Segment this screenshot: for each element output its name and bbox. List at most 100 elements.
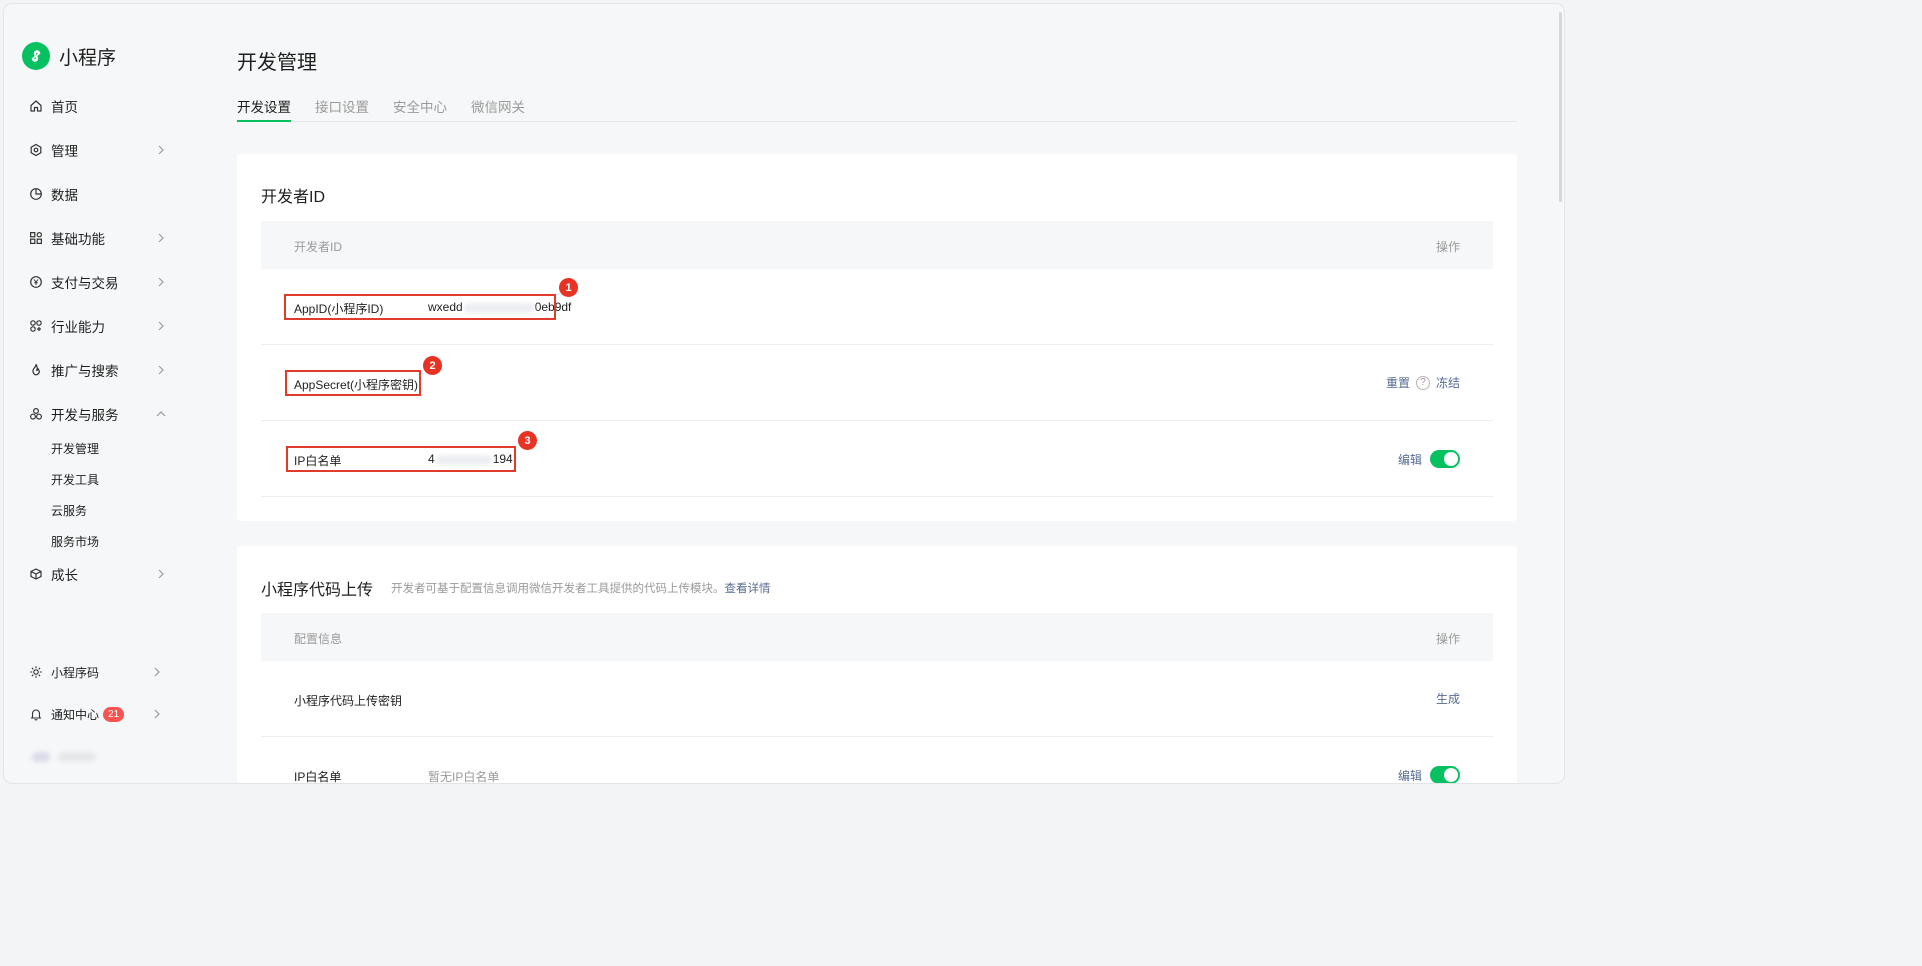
sun-code-icon xyxy=(28,664,44,680)
step-marker: 1 xyxy=(559,278,578,297)
sidebar-item-notifications[interactable]: 通知中心 21 xyxy=(28,702,168,726)
upload-ip-actions: 编辑 xyxy=(1398,766,1460,783)
chevron-right-icon xyxy=(158,277,164,287)
pie-chart-icon xyxy=(28,186,44,202)
chevron-right-icon xyxy=(158,365,164,375)
column-header: 操作 xyxy=(1435,632,1460,646)
table-row-upload-ip-whitelist: IP白名单 暂无IP白名单 编辑 xyxy=(261,737,1493,783)
sidebar-item-data[interactable]: 数据 xyxy=(28,182,168,206)
brand[interactable]: 小程序 xyxy=(22,42,116,70)
developer-id-card: 开发者ID 开发者ID 操作 AppID(小程序ID) wxedd 0eb9df … xyxy=(237,154,1517,521)
chevron-right-icon xyxy=(158,233,164,243)
sidebar-item-basic-features[interactable]: 基础功能 xyxy=(28,226,168,250)
app-window: 小程序 首页 管理 数据 基础功能 支付与交易 行业能力 推广与搜索 开发与服务… xyxy=(4,4,1564,783)
sidebar-item-label: 成长 xyxy=(51,568,78,583)
home-icon xyxy=(28,98,44,114)
sidebar-item-label: 首页 xyxy=(51,100,78,115)
yuan-coin-icon xyxy=(28,274,44,290)
tab-bar: 开发设置 接口设置 安全中心 微信网关 xyxy=(237,96,1517,122)
table-header: 开发者ID 操作 xyxy=(261,221,1493,269)
dev-cluster-icon xyxy=(28,406,44,422)
sidebar-item-label: 支付与交易 xyxy=(51,276,119,291)
code-upload-card: 小程序代码上传 开发者可基于配置信息调用微信开发者工具提供的代码上传模块。查看详… xyxy=(237,546,1517,783)
scrollbar[interactable] xyxy=(1559,12,1562,202)
table-row-appid: AppID(小程序ID) wxedd 0eb9df 1 xyxy=(261,269,1493,345)
tab-security-center[interactable]: 安全中心 xyxy=(393,96,447,122)
tab-dev-settings[interactable]: 开发设置 xyxy=(237,96,291,122)
sidebar-item-label: 数据 xyxy=(51,188,78,203)
sidebar-item-payment[interactable]: 支付与交易 xyxy=(28,270,168,294)
generate-button[interactable]: 生成 xyxy=(1436,690,1460,707)
upload-key-actions: 生成 xyxy=(1436,690,1460,707)
sidebar-item-manage[interactable]: 管理 xyxy=(28,138,168,162)
account-menu[interactable] xyxy=(32,752,96,762)
hexagon-settings-icon xyxy=(28,142,44,158)
sidebar-item-label: 通知中心 xyxy=(51,707,100,722)
view-details-link[interactable]: 查看详情 xyxy=(725,583,771,595)
brand-name: 小程序 xyxy=(59,47,117,69)
chevron-right-icon xyxy=(154,667,160,677)
chevron-right-icon xyxy=(158,321,164,331)
table-row-upload-key: 小程序代码上传密钥 生成 xyxy=(261,661,1493,737)
sidebar-item-label: 行业能力 xyxy=(51,320,105,335)
tab-api-settings[interactable]: 接口设置 xyxy=(315,96,369,122)
freeze-button[interactable]: 冻结 xyxy=(1436,374,1460,391)
sidebar-subitem-dev-management[interactable]: 开发管理 xyxy=(51,440,99,457)
sidebar-item-label: 开发与服务 xyxy=(51,408,119,423)
sidebar-item-industry[interactable]: 行业能力 xyxy=(28,314,168,338)
notification-count-badge: 21 xyxy=(103,706,125,722)
description-text: 开发者可基于配置信息调用微信开发者工具提供的代码上传模块。 xyxy=(391,583,725,595)
grid-apps-icon xyxy=(28,230,44,246)
sidebar-item-promotion[interactable]: 推广与搜索 xyxy=(28,358,168,382)
ip-whitelist-toggle[interactable] xyxy=(1430,450,1460,468)
edit-button[interactable]: 编辑 xyxy=(1398,451,1422,468)
mini-program-logo-icon xyxy=(22,42,50,70)
table-row-appsecret: AppSecret(小程序密钥) 2 重置 ? 冻结 xyxy=(261,345,1493,421)
highlight-box xyxy=(285,370,421,396)
card-title: 开发者ID xyxy=(261,189,326,206)
sidebar-subitem-dev-tools[interactable]: 开发工具 xyxy=(51,471,99,488)
column-header: 配置信息 xyxy=(294,632,343,646)
sidebar-subitem-cloud-service[interactable]: 云服务 xyxy=(51,502,87,519)
bell-icon xyxy=(28,706,44,722)
flame-icon xyxy=(28,362,44,378)
card-title: 小程序代码上传 xyxy=(261,582,374,599)
account-name-redacted xyxy=(58,752,96,762)
ip-whitelist-label: IP白名单 xyxy=(294,770,342,783)
sidebar-item-label: 推广与搜索 xyxy=(51,364,119,379)
step-marker: 3 xyxy=(518,431,537,450)
sidebar-item-label: 小程序码 xyxy=(51,665,100,680)
sidebar: 小程序 首页 管理 数据 基础功能 支付与交易 行业能力 推广与搜索 开发与服务… xyxy=(4,4,204,783)
chevron-up-icon xyxy=(156,411,166,417)
chevron-right-icon xyxy=(158,569,164,579)
upload-key-label: 小程序代码上传密钥 xyxy=(294,694,403,708)
ip-whitelist-empty-value: 暂无IP白名单 xyxy=(428,770,500,783)
column-header: 操作 xyxy=(1435,240,1460,254)
growth-icon xyxy=(28,566,44,582)
chevron-right-icon xyxy=(154,709,160,719)
appsecret-actions: 重置 ? 冻结 xyxy=(1386,374,1460,391)
card-description: 开发者可基于配置信息调用微信开发者工具提供的代码上传模块。查看详情 xyxy=(391,580,771,596)
sidebar-item-mini-program-code[interactable]: 小程序码 xyxy=(28,660,168,684)
edit-button[interactable]: 编辑 xyxy=(1398,767,1422,784)
sidebar-item-growth[interactable]: 成长 xyxy=(28,562,168,586)
sidebar-item-dev-services[interactable]: 开发与服务 xyxy=(28,402,168,426)
table-header: 配置信息 操作 xyxy=(261,613,1493,661)
sidebar-item-home[interactable]: 首页 xyxy=(28,94,168,118)
highlight-box xyxy=(286,446,516,472)
ip-whitelist-actions: 编辑 xyxy=(1398,450,1460,468)
sidebar-item-label: 管理 xyxy=(51,144,78,159)
step-marker: 2 xyxy=(423,356,442,375)
table-row-ip-whitelist: IP白名单 4 194 3 编辑 xyxy=(261,421,1493,497)
avatar xyxy=(32,752,50,762)
tab-wechat-gateway[interactable]: 微信网关 xyxy=(471,96,525,122)
column-header: 开发者ID xyxy=(294,240,343,254)
reset-button[interactable]: 重置 xyxy=(1386,374,1410,391)
page-title: 开发管理 xyxy=(237,52,317,74)
sidebar-subitem-service-market[interactable]: 服务市场 xyxy=(51,533,99,550)
upload-ip-toggle[interactable] xyxy=(1430,766,1460,783)
sidebar-item-label: 基础功能 xyxy=(51,232,105,247)
highlight-box xyxy=(284,294,556,320)
help-icon[interactable]: ? xyxy=(1415,375,1430,390)
chevron-right-icon xyxy=(158,145,164,155)
